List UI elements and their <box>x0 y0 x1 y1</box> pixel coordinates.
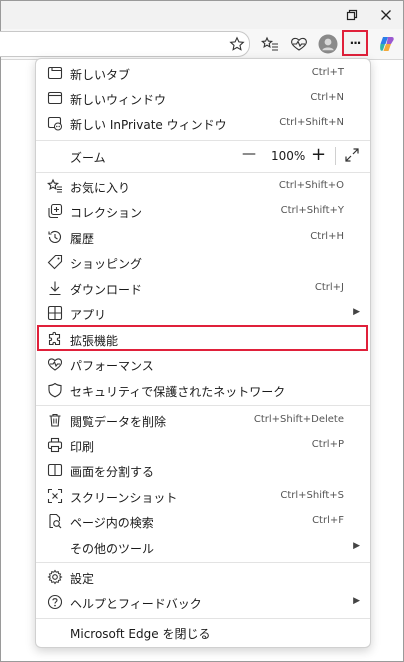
menu-separator <box>36 140 370 141</box>
zoom-level: 100% <box>271 149 306 163</box>
menu-item-print[interactable]: 印刷 Ctrl+P <box>36 433 370 457</box>
menu-item-settings[interactable]: 設定 <box>36 565 370 589</box>
submenu-arrow-icon: ▶ <box>353 541 360 551</box>
menu-item-favorites[interactable]: お気に入り Ctrl+Shift+O <box>36 174 370 198</box>
find-icon <box>46 512 64 530</box>
menu-separator <box>36 405 370 406</box>
browser-window: ··· 新しいタブ Ctrl+T 新しいウィンドウ Ctrl+N 新しい InP… <box>0 0 404 662</box>
address-bar[interactable] <box>0 31 250 57</box>
menu-item-new-window[interactable]: 新しいウィンドウ Ctrl+N <box>36 86 370 110</box>
trash-icon <box>46 411 64 429</box>
profile-avatar-icon[interactable] <box>316 32 340 56</box>
copilot-icon[interactable] <box>375 32 399 56</box>
print-icon <box>46 436 64 454</box>
zoom-out-button[interactable]: — <box>242 146 256 162</box>
menu-item-screenshot[interactable]: スクリーンショット Ctrl+Shift+S <box>36 484 370 508</box>
menu-item-clear-data[interactable]: 閲覧データを削除 Ctrl+Shift+Delete <box>36 408 370 432</box>
submenu-arrow-icon: ▶ <box>353 307 360 317</box>
menu-item-security[interactable]: セキュリティで保護されたネットワーク <box>36 378 370 402</box>
menu-item-help[interactable]: ヘルプとフィードバック ▶ <box>36 590 370 614</box>
settings-and-more-button[interactable]: ··· <box>342 30 368 56</box>
apps-icon <box>46 304 64 322</box>
history-icon <box>46 228 64 246</box>
extensions-highlight-box <box>37 325 368 351</box>
menu-item-collections[interactable]: コレクション Ctrl+Shift+Y <box>36 199 370 223</box>
shield-icon <box>46 381 64 399</box>
shopping-tag-icon <box>46 253 64 271</box>
menu-item-shopping[interactable]: ショッピング <box>36 250 370 274</box>
zoom-in-button[interactable]: + <box>311 144 326 165</box>
collections-icon <box>46 202 64 220</box>
menu-item-split-screen[interactable]: 画面を分割する <box>36 458 370 482</box>
menu-item-history[interactable]: 履歴 Ctrl+H <box>36 225 370 249</box>
menu-item-find[interactable]: ページ内の検索 Ctrl+F <box>36 509 370 533</box>
download-icon <box>46 279 64 297</box>
gear-icon <box>46 568 64 586</box>
menu-item-more-tools[interactable]: その他のツール ▶ <box>36 535 370 559</box>
close-icon <box>381 10 391 20</box>
new-tab-icon <box>46 64 64 82</box>
menu-item-close-edge[interactable]: Microsoft Edge を閉じる <box>36 620 370 644</box>
favorites-list-icon[interactable] <box>258 32 282 56</box>
more-icon: ··· <box>349 36 362 50</box>
health-icon[interactable] <box>287 32 311 56</box>
zoom-label: ズーム <box>70 151 106 165</box>
submenu-arrow-icon: ▶ <box>353 596 360 606</box>
favorites-icon <box>46 177 64 195</box>
restore-button[interactable] <box>335 1 369 29</box>
new-window-icon <box>46 89 64 107</box>
menu-item-new-inprivate[interactable]: 新しい InPrivate ウィンドウ Ctrl+Shift+N <box>36 111 370 135</box>
menu-item-downloads[interactable]: ダウンロード Ctrl+J <box>36 276 370 300</box>
zoom-row: ズーム — 100% + <box>36 143 370 169</box>
help-icon <box>46 593 64 611</box>
split-screen-icon <box>46 461 64 479</box>
close-window-button[interactable] <box>369 1 403 29</box>
screenshot-icon <box>46 487 64 505</box>
performance-icon <box>46 355 64 373</box>
menu-separator <box>36 172 370 173</box>
menu-item-apps[interactable]: アプリ ▶ <box>36 301 370 325</box>
title-bar <box>1 1 403 29</box>
menu-item-new-tab[interactable]: 新しいタブ Ctrl+T <box>36 61 370 85</box>
menu-item-performance[interactable]: パフォーマンス <box>36 352 370 376</box>
fullscreen-icon[interactable] <box>344 147 360 163</box>
zoom-divider <box>335 147 336 165</box>
menu-separator <box>36 618 370 619</box>
inprivate-icon <box>46 114 64 132</box>
restore-icon <box>346 9 358 21</box>
menu-separator <box>36 562 370 563</box>
favorite-star-icon[interactable] <box>225 32 249 56</box>
settings-menu: 新しいタブ Ctrl+T 新しいウィンドウ Ctrl+N 新しい InPriva… <box>35 58 371 648</box>
